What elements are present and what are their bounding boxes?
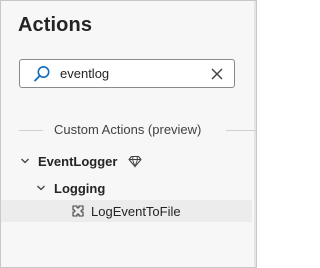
- premium-diamond-icon: [128, 154, 143, 168]
- divider: [19, 130, 43, 131]
- tree-group-eventlogger[interactable]: EventLogger: [19, 150, 254, 172]
- custom-action-icon: [71, 204, 85, 218]
- chevron-down-icon[interactable]: [35, 182, 47, 194]
- search-box[interactable]: eventlog: [19, 59, 235, 88]
- section-header-custom-actions: Custom Actions (preview): [19, 121, 256, 139]
- panel-title: Actions: [18, 14, 93, 36]
- tree-action-logeventtofile[interactable]: LogEventToFile: [1, 200, 252, 222]
- actions-panel: Actions eventlog Custom Actions (preview…: [0, 0, 257, 268]
- action-label: LogEventToFile: [91, 203, 181, 219]
- search-input[interactable]: eventlog: [60, 66, 210, 81]
- divider: [226, 130, 256, 131]
- tree-subgroup-logging[interactable]: Logging: [35, 177, 254, 199]
- chevron-down-icon[interactable]: [19, 155, 31, 167]
- group-label: EventLogger: [38, 153, 118, 169]
- section-label: Custom Actions (preview): [54, 122, 202, 137]
- close-icon[interactable]: [210, 67, 224, 81]
- search-icon: [32, 64, 52, 84]
- subgroup-label: Logging: [54, 180, 106, 196]
